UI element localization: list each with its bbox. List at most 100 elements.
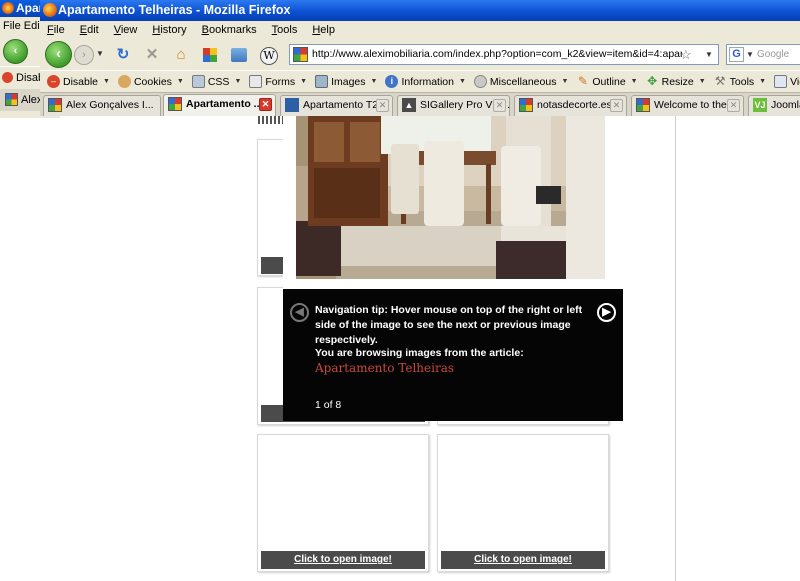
stop-icon[interactable]: ✕ xyxy=(141,44,163,66)
css-icon xyxy=(191,75,205,88)
tab-label: Alex Gonçalves I... xyxy=(66,99,154,111)
forms-icon xyxy=(249,75,263,88)
cookies-icon xyxy=(117,75,131,88)
devbar-tools-label: Tools xyxy=(729,75,755,88)
disable-icon: – xyxy=(47,75,60,88)
tab-notasdecorte[interactable]: notasdecorte.es ... ✕ xyxy=(514,95,627,116)
information-icon: i xyxy=(385,75,399,88)
wikipedia-icon[interactable]: W xyxy=(258,44,280,66)
menu-help[interactable]: Help xyxy=(312,21,335,39)
devbar-forms[interactable]: Forms ▼ xyxy=(245,75,311,88)
joomla-icon: VJ xyxy=(753,98,767,112)
history-dropdown-icon[interactable]: ▼ xyxy=(96,49,104,58)
open-image-button[interactable]: Click to open image! xyxy=(441,551,605,569)
url-input[interactable]: http://www.aleximobiliaria.com/index.php… xyxy=(312,45,682,64)
resize-icon: ✥ xyxy=(647,74,658,88)
site-favicon-icon xyxy=(293,47,308,62)
close-tab-icon[interactable]: ✕ xyxy=(376,99,389,112)
tab-bar: Alex Gonçalves I... Apartamento ... ✕ Ap… xyxy=(40,92,800,116)
devbar-tools[interactable]: ⚒ Tools ▼ xyxy=(710,75,770,88)
site-favicon-icon xyxy=(636,98,650,112)
gallery-thumbnail[interactable]: Click to open image! xyxy=(437,434,609,572)
search-engine-dropdown-icon[interactable]: ▼ xyxy=(746,45,754,64)
devbar-disable[interactable]: – Disable ▼ xyxy=(43,75,114,88)
close-tab-icon[interactable]: ✕ xyxy=(493,99,506,112)
devbar-outline-label: Outline xyxy=(592,75,626,88)
chevron-down-icon: ▼ xyxy=(458,78,466,85)
devbar-outline[interactable]: ✎ Outline ▼ xyxy=(572,75,641,88)
tab-sigallery-pro[interactable]: ▲ SIGallery Pro V2.... ✕ xyxy=(397,95,510,116)
tab-label: Apartamento ... xyxy=(186,98,263,110)
tools-icon: ⚒ xyxy=(714,74,726,88)
devbar-resize[interactable]: ✥ Resize ▼ xyxy=(642,75,710,88)
forward-button[interactable]: › xyxy=(74,45,94,65)
outline-icon: ✎ xyxy=(577,74,588,88)
tab-label: JoomlaV xyxy=(771,99,800,111)
devbar-images[interactable]: Images ▼ xyxy=(311,75,381,88)
open-image-button[interactable]: Click to open image! xyxy=(261,551,425,569)
devbar-images-label: Images xyxy=(331,75,366,88)
menu-view[interactable]: View xyxy=(114,21,138,39)
chevron-down-icon: ▼ xyxy=(300,78,308,85)
menu-bar: File Edit View History Bookmarks Tools H… xyxy=(40,21,800,39)
tab-apartamento-telheiras[interactable]: Apartamento ... ✕ xyxy=(163,94,276,116)
menu-edit[interactable]: Edit xyxy=(80,21,99,39)
web-developer-toolbar: – Disable ▼ Cookies ▼ CSS ▼ Forms ▼ Images ▼ … xyxy=(40,70,800,92)
devbar-css-label: CSS xyxy=(207,75,230,88)
devbar-forms-label: Forms xyxy=(265,75,296,88)
devbar-information[interactable]: i Information ▼ xyxy=(381,75,469,88)
mountain-icon: ▲ xyxy=(402,98,416,112)
search-box[interactable]: G ▼ Google xyxy=(726,44,800,65)
firefox-logo-icon xyxy=(2,2,14,14)
menu-tools[interactable]: Tools xyxy=(272,21,298,39)
background-back-button[interactable]: ‹ xyxy=(3,39,28,64)
disable-icon xyxy=(2,72,13,83)
image-counter: 1 of 8 xyxy=(315,399,342,411)
lightbox: ◀ ▶ Navigation tip: Hover mouse on top o… xyxy=(283,116,623,421)
reload-icon[interactable]: ↻ xyxy=(112,44,134,66)
search-engine-icon[interactable]: G xyxy=(729,47,744,62)
tab-joomla[interactable]: VJ JoomlaV xyxy=(748,95,800,116)
tab-welcome[interactable]: Welcome to the ... ✕ xyxy=(631,95,744,116)
devbar-disable-label: Disable xyxy=(63,75,99,88)
search-input[interactable]: Google xyxy=(757,45,789,64)
menu-file[interactable]: File xyxy=(47,21,65,39)
images-icon xyxy=(315,75,329,88)
back-button[interactable]: ‹ xyxy=(45,41,72,68)
chevron-down-icon: ▼ xyxy=(234,78,242,85)
url-bar[interactable]: http://www.aleximobiliaria.com/index.php… xyxy=(289,44,719,65)
home-icon[interactable]: ⌂ xyxy=(170,44,192,66)
site-favicon-icon xyxy=(285,98,299,112)
tab-alex-goncalves[interactable]: Alex Gonçalves I... xyxy=(43,95,161,116)
close-tab-icon[interactable]: ✕ xyxy=(727,99,740,112)
chevron-down-icon: ▼ xyxy=(698,78,706,85)
lightbox-photo[interactable] xyxy=(296,116,605,279)
chevron-down-icon: ▼ xyxy=(176,78,184,85)
addon-squares-icon[interactable] xyxy=(199,44,221,66)
article-link[interactable]: Apartamento Telheiras xyxy=(315,361,454,375)
bookmark-star-icon[interactable]: ☆ xyxy=(680,45,692,64)
devbar-cookies[interactable]: Cookies ▼ xyxy=(114,75,188,88)
close-tab-icon[interactable]: ✕ xyxy=(259,98,272,111)
tab-apartamento-t2[interactable]: Apartamento T2,... ✕ xyxy=(280,95,393,116)
site-favicon-icon xyxy=(168,97,182,111)
previous-image-icon[interactable]: ◀ xyxy=(290,303,309,322)
window-title[interactable]: Apartamento Telheiras - Mozilla Firefox xyxy=(40,0,800,21)
menu-bookmarks[interactable]: Bookmarks xyxy=(202,21,257,39)
devbar-miscellaneous[interactable]: Miscellaneous ▼ xyxy=(470,75,572,88)
devbar-information-label: Information xyxy=(401,75,454,88)
gallery-thumbnail[interactable]: Click to open image! xyxy=(257,434,429,572)
devbar-view-source[interactable]: View Source▼ xyxy=(770,75,800,88)
miscellaneous-icon xyxy=(473,75,487,88)
addon-printer-icon[interactable] xyxy=(228,44,250,66)
navigation-tip: Navigation tip: Hover mouse on top of th… xyxy=(315,304,583,346)
next-image-icon[interactable]: ▶ xyxy=(597,303,616,322)
chevron-down-icon: ▼ xyxy=(759,78,767,85)
menu-history[interactable]: History xyxy=(152,21,186,39)
close-tab-icon[interactable]: ✕ xyxy=(610,99,623,112)
url-dropdown-icon[interactable]: ▼ xyxy=(705,45,713,64)
view-source-icon xyxy=(774,75,788,88)
navigation-toolbar: ‹ › ▼ ↻ ✕ ⌂ W http://www.aleximobiliaria… xyxy=(40,39,800,69)
devbar-css[interactable]: CSS ▼ xyxy=(188,75,246,88)
devbar-cookies-label: Cookies xyxy=(133,75,172,88)
